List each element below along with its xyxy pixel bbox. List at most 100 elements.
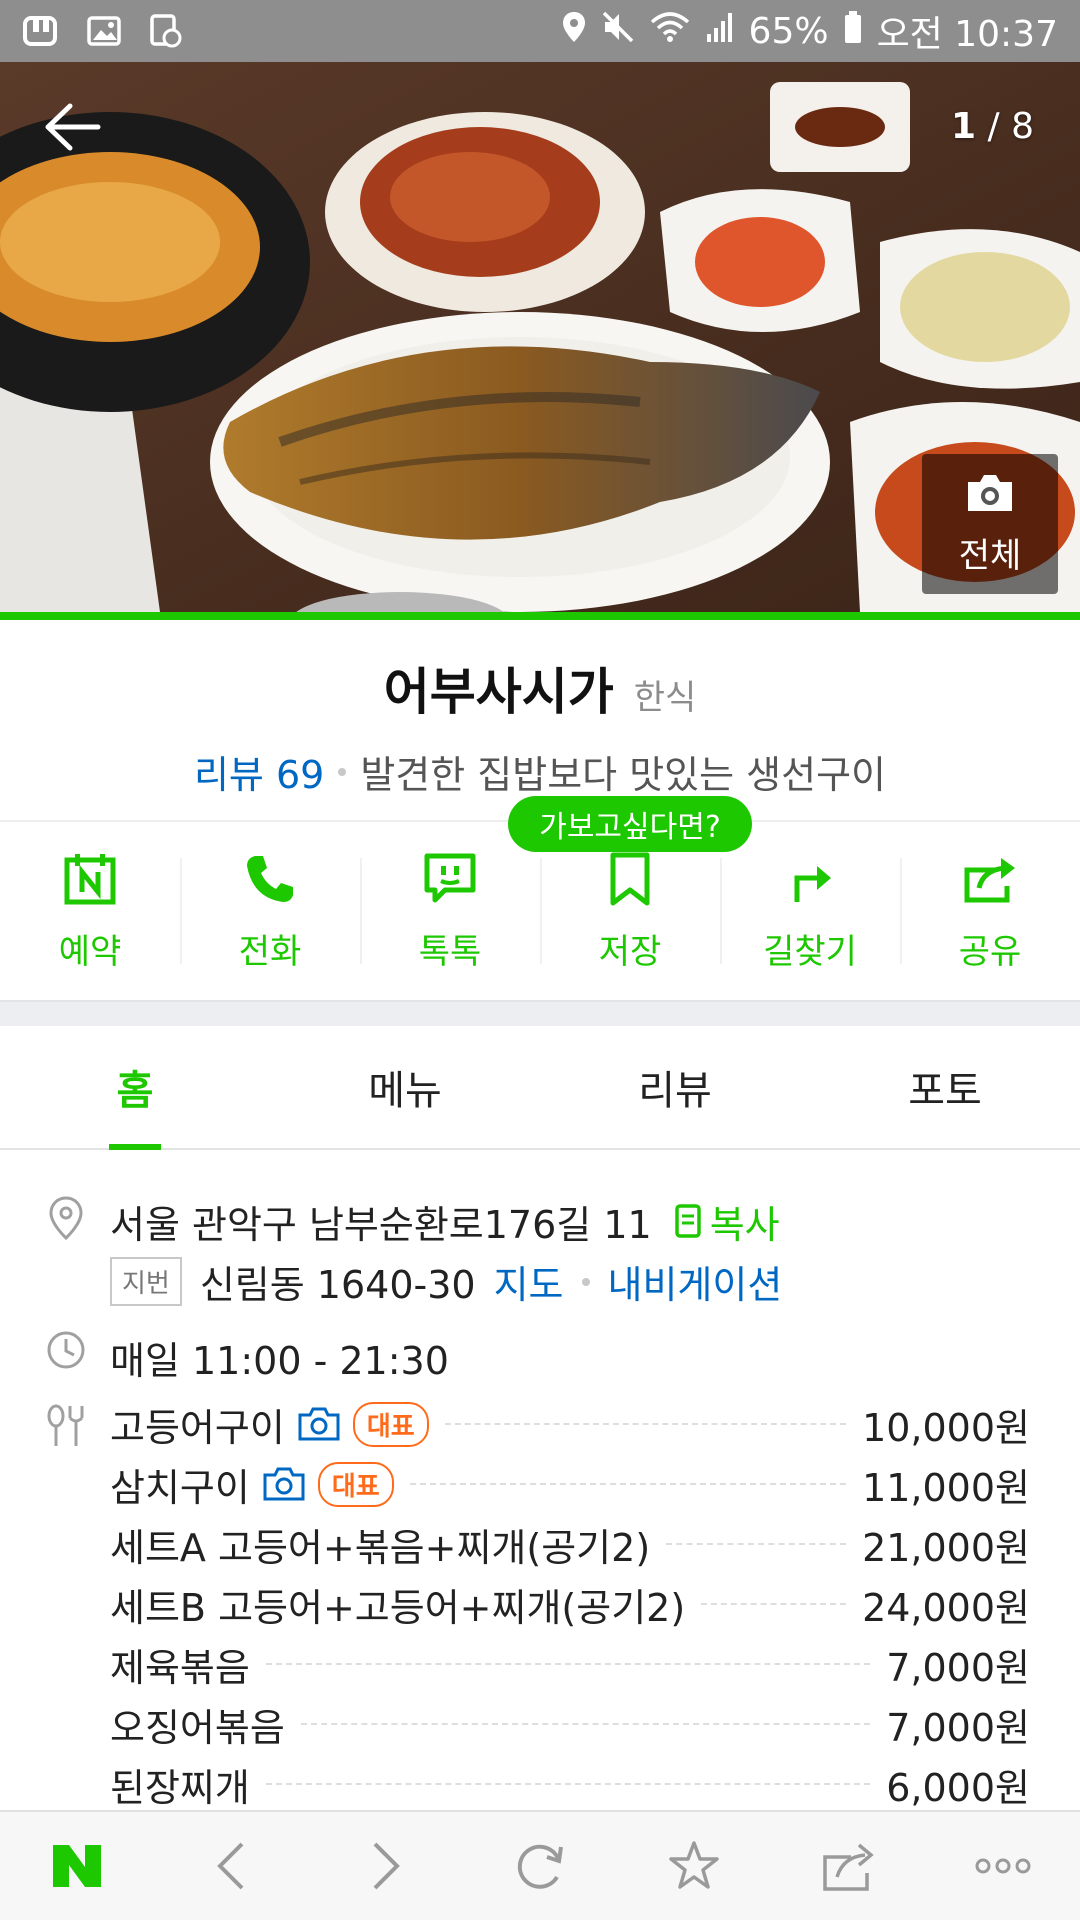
forward-nav-button[interactable]: [346, 1826, 426, 1906]
place-name: 어부사시가: [383, 663, 614, 721]
road-address: 서울 관악구 남부순환로176길 11: [110, 1203, 652, 1247]
menu-item-name: 제육볶음: [110, 1645, 250, 1690]
navigation-link[interactable]: 내비게이션: [608, 1254, 783, 1309]
share-button[interactable]: 공유: [900, 822, 1080, 1000]
back-button[interactable]: [42, 92, 142, 162]
menu-item[interactable]: 된장찌개 6,000원: [110, 1754, 1030, 1810]
mute-icon: [601, 10, 635, 53]
review-count-link[interactable]: 리뷰 69: [194, 744, 324, 799]
phone-icon: [247, 856, 293, 902]
menu-item-price: 11,000원: [862, 1465, 1030, 1510]
menu-item-price: 7,000원: [886, 1645, 1030, 1690]
copy-icon: [674, 1203, 701, 1238]
leader-dots: [300, 1723, 871, 1725]
bookmark-icon: [610, 852, 650, 906]
browser-toolbar: [0, 1810, 1080, 1920]
talktalk-button[interactable]: 톡톡: [360, 822, 540, 1000]
battery-percent: 65%: [748, 10, 829, 52]
separator-dot: [581, 1277, 590, 1286]
menu-photo-icon: [263, 1467, 305, 1501]
menu-item-price: 6,000원: [886, 1765, 1030, 1810]
naver-logo-icon: [53, 1845, 102, 1887]
business-hours: 매일 11:00 - 21:30: [110, 1339, 449, 1383]
copy-address-button[interactable]: 복사: [674, 1194, 780, 1249]
jibun-address: 신림동 1640-30: [199, 1263, 476, 1307]
copy-label: 복사: [709, 1203, 780, 1247]
tab-photo[interactable]: 포토: [810, 1026, 1080, 1148]
directions-icon: [794, 866, 831, 902]
menu-item[interactable]: 오징어볶음 7,000원: [110, 1694, 1030, 1754]
menu-item[interactable]: 삼치구이 대표 11,000원: [110, 1454, 1030, 1514]
more-dots-icon: [975, 1858, 1031, 1874]
leader-dots: [666, 1543, 847, 1545]
menu-item[interactable]: 세트B 고등어+고등어+찌개(공기2) 24,000원: [110, 1574, 1030, 1634]
directions-button[interactable]: 길찾기: [720, 822, 900, 1000]
talktalk-label: 톡톡: [418, 932, 482, 972]
hero-photo[interactable]: 1 / 8 전체: [0, 62, 1080, 612]
naver-home-button[interactable]: [37, 1826, 117, 1906]
leader-dots: [409, 1483, 847, 1485]
location-icon: [561, 10, 587, 53]
cutlery-icon: [44, 1404, 88, 1448]
chevron-left-icon: [217, 1842, 244, 1890]
refresh-button[interactable]: [500, 1826, 580, 1906]
call-button[interactable]: 전화: [180, 822, 360, 1000]
all-photos-label: 전체: [958, 535, 1022, 576]
photo-counter-current: 1: [951, 106, 977, 147]
leader-dots: [265, 1783, 871, 1785]
signature-badge: 대표: [352, 1401, 429, 1447]
place-category: 한식: [633, 678, 697, 718]
share-label: 공유: [958, 932, 1022, 972]
section-gap: [0, 1000, 1080, 1026]
separator-dot: [338, 767, 347, 776]
photo-counter: 1 / 8: [951, 106, 1034, 147]
photo-counter-total: / 8: [976, 106, 1034, 147]
leader-dots: [444, 1423, 847, 1425]
arrow-left-icon: [45, 103, 101, 151]
place-header: 어부사시가 한식 리뷰 69 발견한 집밥보다 맛있는 생선구이: [0, 620, 1080, 820]
save-label: 저장: [598, 932, 662, 972]
leader-dots: [265, 1663, 871, 1665]
calendar-n-icon: [64, 854, 116, 905]
more-button[interactable]: [963, 1826, 1043, 1906]
menu-item-name: 세트B 고등어+고등어+찌개(공기2): [110, 1585, 686, 1630]
all-photos-button[interactable]: 전체: [922, 454, 1058, 594]
star-icon: [669, 1841, 720, 1889]
share-page-button[interactable]: [809, 1826, 889, 1906]
bookmark-star-button[interactable]: [654, 1826, 734, 1906]
jibun-tag: 지번: [110, 1257, 182, 1306]
menu-item-name: 된장찌개: [110, 1765, 250, 1810]
menu-item-price: 10,000원: [862, 1405, 1030, 1450]
menu-item-name: 고등어구이: [110, 1405, 285, 1450]
tab-menu[interactable]: 메뉴: [270, 1026, 540, 1148]
menu-item[interactable]: 제육볶음 7,000원: [110, 1634, 1030, 1694]
wifi-icon: [649, 10, 691, 53]
call-label: 전화: [238, 932, 302, 972]
back-nav-button[interactable]: [191, 1826, 271, 1906]
location-pin-icon: [44, 1196, 88, 1240]
menu-item-price: 21,000원: [862, 1525, 1030, 1570]
signature-badge: 대표: [317, 1461, 394, 1507]
menu-item-name: 세트A 고등어+볶음+찌개(공기2): [110, 1525, 651, 1570]
leader-dots: [701, 1603, 847, 1605]
camera-icon: [968, 474, 1012, 511]
refresh-icon: [517, 1844, 563, 1889]
menu-item[interactable]: 고등어구이 대표 10,000원: [110, 1394, 1030, 1454]
tab-home[interactable]: 홈: [0, 1026, 270, 1148]
share-icon: [822, 1843, 874, 1891]
tab-bar: 홈 메뉴 리뷰 포토: [0, 1026, 1080, 1150]
map-link[interactable]: 지도: [494, 1254, 564, 1309]
wishlist-tooltip[interactable]: 가보고싶다면?: [508, 796, 752, 852]
menu-item-name: 오징어볶음: [110, 1705, 285, 1750]
battery-icon: [843, 10, 863, 53]
reserve-label: 예약: [58, 932, 122, 972]
clock-icon: [44, 1328, 88, 1372]
sync-icon: [146, 11, 186, 51]
directions-label: 길찾기: [763, 932, 857, 972]
place-info: 서울 관악구 남부순환로176길 11 복사 지번 신림동 1640-30 지도…: [0, 1150, 1080, 1810]
status-bar: 65% 오전 10:37: [0, 0, 1080, 62]
reserve-button[interactable]: 예약: [0, 822, 180, 1000]
chevron-right-icon: [373, 1842, 400, 1890]
menu-item[interactable]: 세트A 고등어+볶음+찌개(공기2) 21,000원: [110, 1514, 1030, 1574]
tab-review[interactable]: 리뷰: [540, 1026, 810, 1148]
